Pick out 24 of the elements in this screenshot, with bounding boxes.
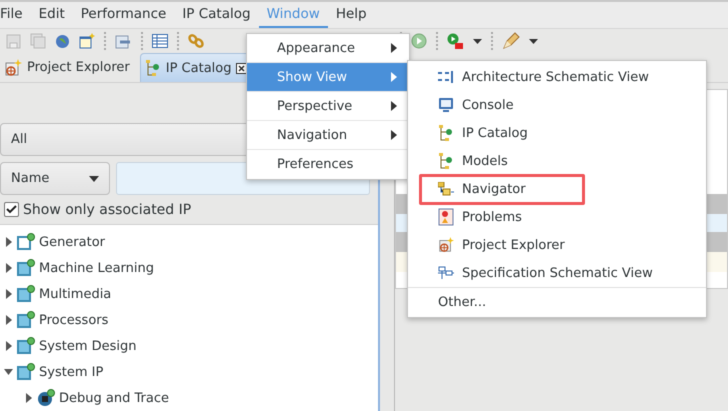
menu-item[interactable]: Help [328,2,375,28]
menu-item[interactable]: File [0,2,31,28]
tree-item[interactable]: System IP [39,364,104,380]
menu-item[interactable]: Problems [462,210,522,224]
menu-item[interactable]: Specification Schematic View [462,266,653,280]
menu-item[interactable]: Models [462,154,508,168]
checkbox-label: Show only associated IP [23,202,192,218]
tree-item[interactable]: System Design [39,338,136,354]
menu-item[interactable]: Project Explorer [462,238,565,252]
menu-item[interactable]: Performance [72,2,174,28]
menu-item[interactable]: IP Catalog [174,2,259,28]
menu-item[interactable]: IP Catalog [462,126,528,140]
menu-item[interactable]: Navigator [462,182,526,196]
tree-item[interactable]: Multimedia [39,286,112,302]
menu-item[interactable]: Edit [30,2,73,28]
tree-item[interactable]: Generator [39,234,106,250]
tree-item[interactable]: Debug and Trace [59,390,169,406]
view-tab[interactable]: Project Explorer [0,53,140,82]
tree-item[interactable]: Machine Learning [39,260,154,276]
menu-item[interactable]: Other... [438,295,486,310]
field-dropdown[interactable]: Name [0,162,110,195]
menu-item[interactable]: Architecture Schematic View [462,70,649,84]
tree-item[interactable]: Processors [39,312,108,328]
menu-item[interactable]: Console [462,98,514,112]
